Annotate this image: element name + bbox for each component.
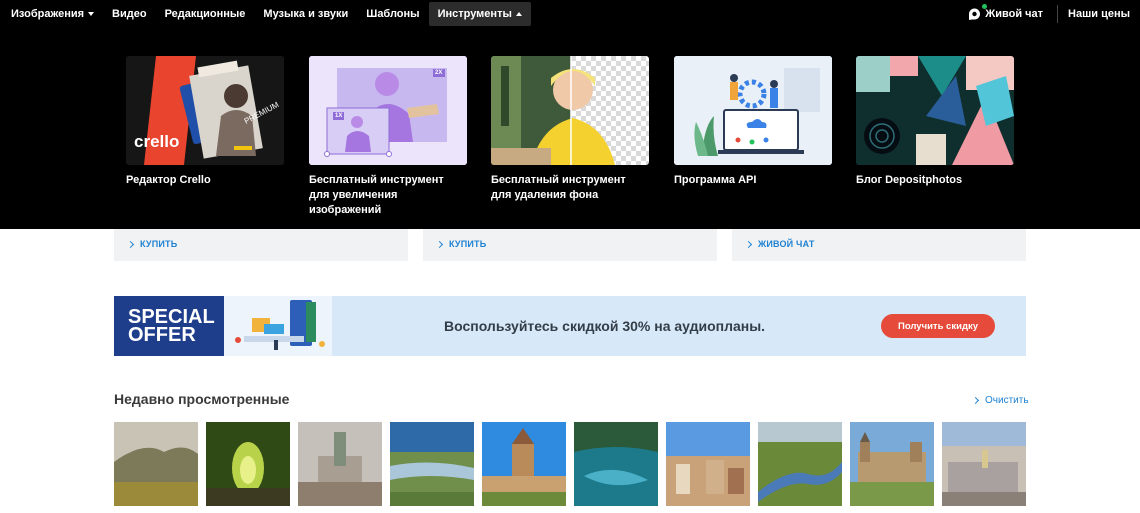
nav-templates-label: Шаблоны <box>366 8 420 20</box>
nav-right: Живой чат Наши цены <box>958 0 1140 28</box>
upscaler-thumbnail: 2X 1X <box>309 56 467 165</box>
recent-thumbnail[interactable] <box>390 422 474 506</box>
chevron-right-icon <box>435 240 444 248</box>
crello-thumbnail: PREMIUM crello <box>126 56 284 165</box>
upscale-2x-badge: 2X <box>435 70 443 76</box>
buy-link-label: КУПИТЬ <box>449 239 487 249</box>
clear-history-link[interactable]: Очистить <box>971 395 1029 406</box>
tools-dropdown: PREMIUM crello Редактор Crello 2X 1X Бес… <box>0 28 1140 229</box>
recent-thumbnail[interactable] <box>574 422 658 506</box>
nav-tools-label: Инструменты <box>437 8 512 20</box>
tool-blog-label: Блог Depositphotos <box>856 174 963 186</box>
tool-bg-remover-label: Бесплатный инструмент для удаления фона <box>491 174 626 201</box>
offer-illustration <box>224 296 332 356</box>
recent-thumbnail[interactable] <box>114 422 198 506</box>
plan-card: ЖИВОЙ ЧАТ <box>732 229 1026 261</box>
nav-tools[interactable]: Инструменты <box>428 2 531 26</box>
buy-link[interactable]: КУПИТЬ <box>126 239 178 249</box>
chevron-right-icon <box>971 396 980 405</box>
recent-thumbnail[interactable] <box>206 422 290 506</box>
buy-link[interactable]: КУПИТЬ <box>435 239 487 249</box>
clear-history-label: Очистить <box>985 395 1029 406</box>
nav-templates[interactable]: Шаблоны <box>357 2 428 26</box>
special-offer-banner: SPECIAL OFFER Воспользуйтесь скидкой 30%… <box>114 296 1026 356</box>
tool-crello[interactable]: PREMIUM crello Редактор Crello <box>126 56 284 188</box>
recent-thumbnail[interactable] <box>758 422 842 506</box>
tool-crello-label: Редактор Crello <box>126 174 211 186</box>
online-status-dot <box>982 3 988 9</box>
recent-thumbnails <box>114 422 1034 506</box>
blog-thumbnail <box>856 56 1014 165</box>
tool-upscaler-label: Бесплатный инструмент для увеличения изо… <box>309 174 444 216</box>
tool-upscaler[interactable]: 2X 1X Бесплатный инструмент для увеличен… <box>309 56 467 218</box>
plan-card: КУПИТЬ <box>423 229 717 261</box>
api-thumbnail <box>674 56 832 165</box>
banner-text: Воспользуйтесь скидкой 30% на аудиопланы… <box>444 318 766 334</box>
tool-bg-remover[interactable]: Бесплатный инструмент для удаления фона <box>491 56 649 203</box>
tool-blog[interactable]: Блог Depositphotos <box>856 56 1014 188</box>
buy-link-label: КУПИТЬ <box>140 239 178 249</box>
live-chat-link-label: ЖИВОЙ ЧАТ <box>758 239 815 249</box>
recent-thumbnail[interactable] <box>850 422 934 506</box>
nav-video[interactable]: Видео <box>103 2 156 26</box>
chevron-up-icon <box>515 12 522 16</box>
plan-card: КУПИТЬ <box>114 229 408 261</box>
recent-thumbnail[interactable] <box>482 422 566 506</box>
nav-images[interactable]: Изображения <box>0 2 103 26</box>
recent-thumbnail[interactable] <box>666 422 750 506</box>
nav-images-label: Изображения <box>11 8 85 20</box>
recent-thumbnail[interactable] <box>942 422 1026 506</box>
live-chat-label: Живой чат <box>985 8 1044 20</box>
crello-logo-text: crello <box>134 132 180 151</box>
nav-prices[interactable]: Наши цены <box>1062 8 1140 20</box>
tool-api-label: Программа API <box>674 174 757 186</box>
top-nav: Изображения Видео Редакционные Музыка и … <box>0 0 1140 28</box>
nav-editorial-label: Редакционные <box>164 8 246 20</box>
chat-icon <box>968 3 988 21</box>
nav-music-label: Музыка и звуки <box>263 8 349 20</box>
nav-music[interactable]: Музыка и звуки <box>254 2 357 26</box>
chevron-down-icon <box>88 12 95 16</box>
chevron-right-icon <box>126 240 135 248</box>
live-chat-button[interactable]: Живой чат <box>958 2 1053 26</box>
nav-editorial[interactable]: Редакционные <box>156 2 255 26</box>
live-chat-link[interactable]: ЖИВОЙ ЧАТ <box>744 239 815 249</box>
upscale-1x-badge: 1X <box>335 113 343 119</box>
recently-viewed-title: Недавно просмотренные <box>114 391 290 407</box>
special-offer-box: SPECIAL OFFER <box>114 296 224 356</box>
recent-thumbnail[interactable] <box>298 422 382 506</box>
nav-divider <box>1057 5 1059 23</box>
special-offer-line2: OFFER <box>128 324 196 346</box>
nav-video-label: Видео <box>112 8 147 20</box>
tool-api[interactable]: Программа API <box>674 56 832 188</box>
chevron-right-icon <box>744 240 753 248</box>
bg-remover-thumbnail <box>491 56 649 165</box>
get-discount-button[interactable]: Получить скидку <box>881 314 995 338</box>
